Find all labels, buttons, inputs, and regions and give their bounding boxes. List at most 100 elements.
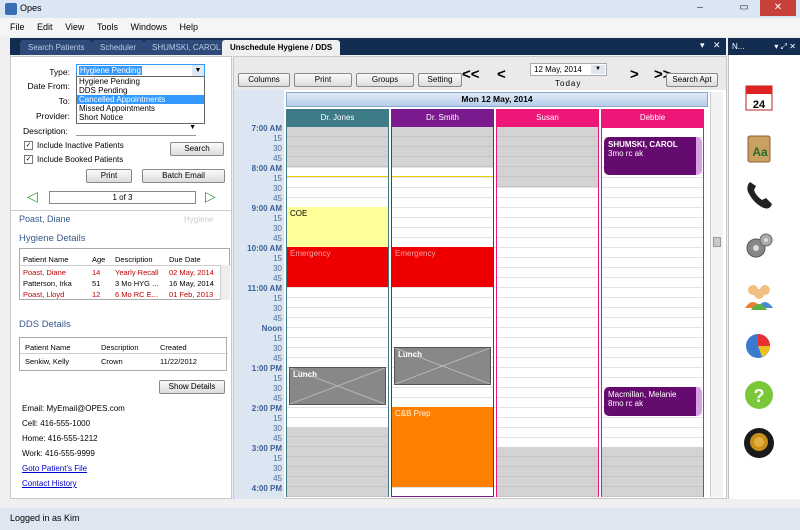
next-page-icon[interactable]: ▷	[205, 189, 216, 203]
type-option-cancelled-appointments[interactable]: Cancelled Appointments	[77, 95, 204, 104]
time-label: 45	[273, 474, 282, 483]
scrollbar-thumb[interactable]	[713, 237, 721, 247]
chevron-down-icon[interactable]: ▼	[192, 65, 204, 76]
time-label: 15	[273, 174, 282, 183]
include-booked-label: Include Booked Patients	[37, 155, 124, 164]
divider	[20, 265, 231, 266]
hygiene-table-scrollbar[interactable]	[220, 265, 230, 300]
table-row-due-date: 01 Feb, 2013	[169, 290, 214, 299]
date-from-label: Date From:	[27, 81, 70, 91]
appointment-coe[interactable]: COE	[287, 207, 388, 247]
table-row-name[interactable]: Poast, Diane	[23, 268, 91, 277]
today-label[interactable]: Today	[555, 79, 581, 88]
divider	[20, 353, 228, 354]
address-book-icon[interactable]: Aa	[742, 132, 776, 166]
lunch-block-dr-smith[interactable]: Lunch	[394, 347, 491, 385]
time-label: 15	[273, 134, 282, 143]
first-page-icon[interactable]: <<	[462, 67, 480, 82]
schedule-column-debbie[interactable]	[601, 127, 704, 497]
previous-day-icon[interactable]: <	[497, 67, 506, 82]
tab-unschedule-hygiene-dds[interactable]: Unschedule Hygiene / DDS	[222, 40, 341, 55]
tab-shumski-carol[interactable]: SHUMSKI, CAROL	[144, 40, 229, 55]
appointment-cb-prep[interactable]: C&B Prep	[392, 407, 493, 487]
help-icon[interactable]: ?	[742, 378, 776, 412]
table-row-age: 51	[92, 279, 101, 288]
type-option-missed-appointments[interactable]: Missed Appointments	[77, 104, 204, 113]
pie-chart-icon[interactable]	[742, 328, 776, 362]
type-option-hygiene-pending[interactable]: Hygiene Pending	[77, 77, 204, 86]
batch-email-button[interactable]: Batch Email	[142, 169, 225, 183]
provider-header-dr-jones[interactable]: Dr. Jones	[286, 109, 389, 127]
table-row-description: Yearly Recall	[115, 268, 159, 277]
lunch-block-dr-jones[interactable]: Lunch	[289, 367, 386, 405]
appointment-macmillan-melanie[interactable]: Macmillan, Melanie 8mo rc ak	[604, 387, 702, 416]
menu-edit[interactable]: Edit	[37, 18, 53, 36]
menu-file[interactable]: File	[10, 18, 25, 36]
include-booked-checkbox[interactable]: ✓	[24, 155, 33, 164]
hygiene-col-age: Age	[92, 255, 106, 264]
groups-button[interactable]: Groups	[356, 73, 414, 87]
close-window-button[interactable]: ✕	[760, 0, 796, 16]
contact-home: Home: 416-555-1212	[22, 434, 98, 443]
calendar-dropdown-icon[interactable]: ▼	[591, 65, 605, 74]
minimize-button[interactable]: –	[688, 0, 712, 16]
table-row-name[interactable]: Poast, Lloyd	[23, 290, 91, 300]
search-appointment-button[interactable]: Search Apt	[666, 73, 718, 87]
type-label: Type:	[49, 67, 70, 77]
chevron-down-icon: ▼	[189, 124, 196, 131]
appointment-emergency-dr-smith[interactable]: Emergency	[392, 247, 493, 287]
dds-col-name: Patient Name	[25, 343, 71, 352]
close-tab-icon[interactable]: ✕	[713, 40, 721, 50]
table-row-name[interactable]: Patterson, Irka	[23, 279, 91, 288]
time-label: 15	[273, 374, 282, 383]
provider-header-susan[interactable]: Susan	[496, 109, 599, 127]
table-row-description: 6 Mo RC E...	[115, 290, 158, 299]
description-select[interactable]: ▼	[76, 124, 196, 136]
date-picker[interactable]: 12 May, 2014 ▼	[530, 63, 607, 76]
tab-scheduler[interactable]: Scheduler	[92, 40, 145, 55]
contact-history-link[interactable]: Contact History	[22, 479, 77, 488]
panel-controls-icon[interactable]: ▾ ⤢ ✕	[774, 38, 796, 55]
scheduler-scrollbar[interactable]	[710, 92, 723, 497]
menu-windows[interactable]: Windows	[130, 18, 167, 36]
next-day-icon[interactable]: >	[630, 67, 639, 82]
gear-icon[interactable]	[742, 230, 776, 264]
type-dropdown-list[interactable]: Hygiene Pending DDS Pending Cancelled Ap…	[76, 76, 205, 124]
settings-button[interactable]: Setting	[418, 73, 462, 87]
calendar-icon[interactable]: 24	[742, 80, 776, 114]
provider-header-debbie[interactable]: Debbie	[601, 109, 704, 127]
table-row-name[interactable]: Senkiw, Kelly	[25, 357, 69, 366]
show-details-button[interactable]: Show Details	[159, 380, 225, 394]
menu-view[interactable]: View	[65, 18, 84, 36]
table-row-description: Crown	[101, 357, 123, 366]
type-option-short-notice[interactable]: Short Notice	[77, 113, 204, 122]
time-label: 15	[273, 254, 282, 263]
type-option-dds-pending[interactable]: DDS Pending	[77, 86, 204, 95]
appointment-emergency-dr-jones[interactable]: Emergency	[287, 247, 388, 287]
maximize-button[interactable]: ▭	[732, 0, 756, 16]
time-label: 30	[273, 184, 282, 193]
scheduler-print-button[interactable]: Print	[294, 73, 352, 87]
menu-tools[interactable]: Tools	[97, 18, 118, 36]
status-bar	[0, 508, 800, 530]
lion-logo-icon[interactable]	[742, 426, 776, 460]
unavailable-block	[287, 427, 388, 497]
provider-header-dr-smith[interactable]: Dr. Smith	[391, 109, 494, 127]
print-button[interactable]: Print	[86, 169, 132, 183]
columns-button[interactable]: Columns	[238, 73, 290, 87]
tab-search-patients[interactable]: Search Patients	[20, 40, 93, 55]
appointment-shumski-carol[interactable]: SHUMSKI, CAROL 3mo rc ak	[604, 137, 702, 175]
phone-icon[interactable]	[742, 178, 776, 212]
time-label: 15	[273, 454, 282, 463]
menu-help[interactable]: Help	[180, 18, 199, 36]
include-inactive-checkbox[interactable]: ✓	[24, 141, 33, 150]
users-icon[interactable]	[742, 278, 776, 312]
contact-cell: Cell: 416-555-1000	[22, 419, 91, 428]
search-button[interactable]: Search	[170, 142, 224, 156]
tab-list-dropdown-icon[interactable]: ▾	[700, 40, 705, 50]
time-label: 15	[273, 294, 282, 303]
time-label: 45	[273, 314, 282, 323]
lunch-label: Lunch	[293, 370, 317, 379]
previous-page-icon[interactable]: ◁	[27, 189, 38, 203]
goto-patient-file-link[interactable]: Goto Patient's File	[22, 464, 87, 473]
